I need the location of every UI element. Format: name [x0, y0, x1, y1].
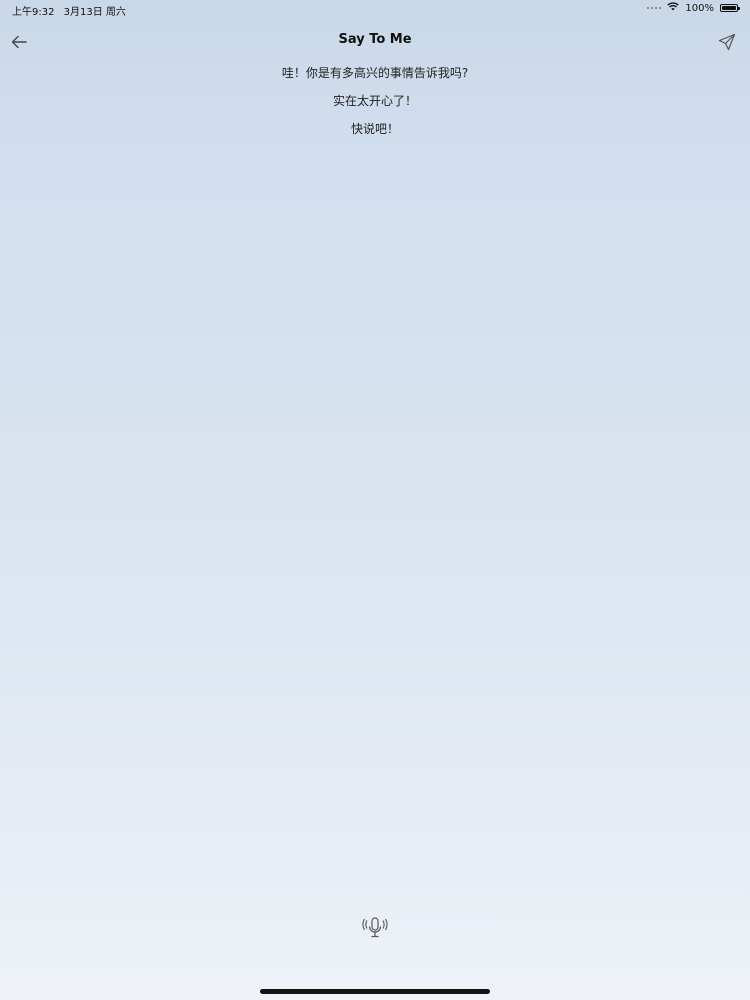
- wifi-icon: [667, 2, 680, 14]
- paper-plane-icon: [718, 33, 736, 51]
- battery-icon: [720, 4, 740, 12]
- page-title: Say To Me: [338, 32, 412, 47]
- battery-percent: 100%: [685, 2, 714, 14]
- nav-bar: Say To Me: [0, 26, 750, 56]
- message-text: 实在太开心了！: [332, 94, 417, 108]
- status-time: 上午9:32: [12, 7, 55, 18]
- status-indicators: 100%: [647, 2, 740, 14]
- send-button[interactable]: [714, 29, 740, 55]
- message-list: 哇！你是有多高兴的事情告诉我吗? 实在太开心了！ 快说吧！: [0, 66, 750, 150]
- message-text: 快说吧！: [350, 122, 399, 136]
- microphone-icon: [362, 917, 388, 938]
- status-bar: 上午9:32 3月13日 周六 100%: [0, 0, 750, 20]
- microphone-button[interactable]: [361, 913, 389, 945]
- status-date: 3月13日 周六: [63, 7, 126, 18]
- message-text: 哇！你是有多高兴的事情告诉我吗?: [281, 66, 469, 80]
- status-time-date: 上午9:32 3月13日 周六: [12, 3, 126, 18]
- home-indicator[interactable]: [260, 989, 490, 994]
- battery-fill: [722, 6, 736, 10]
- signal-dots-icon: [647, 7, 662, 9]
